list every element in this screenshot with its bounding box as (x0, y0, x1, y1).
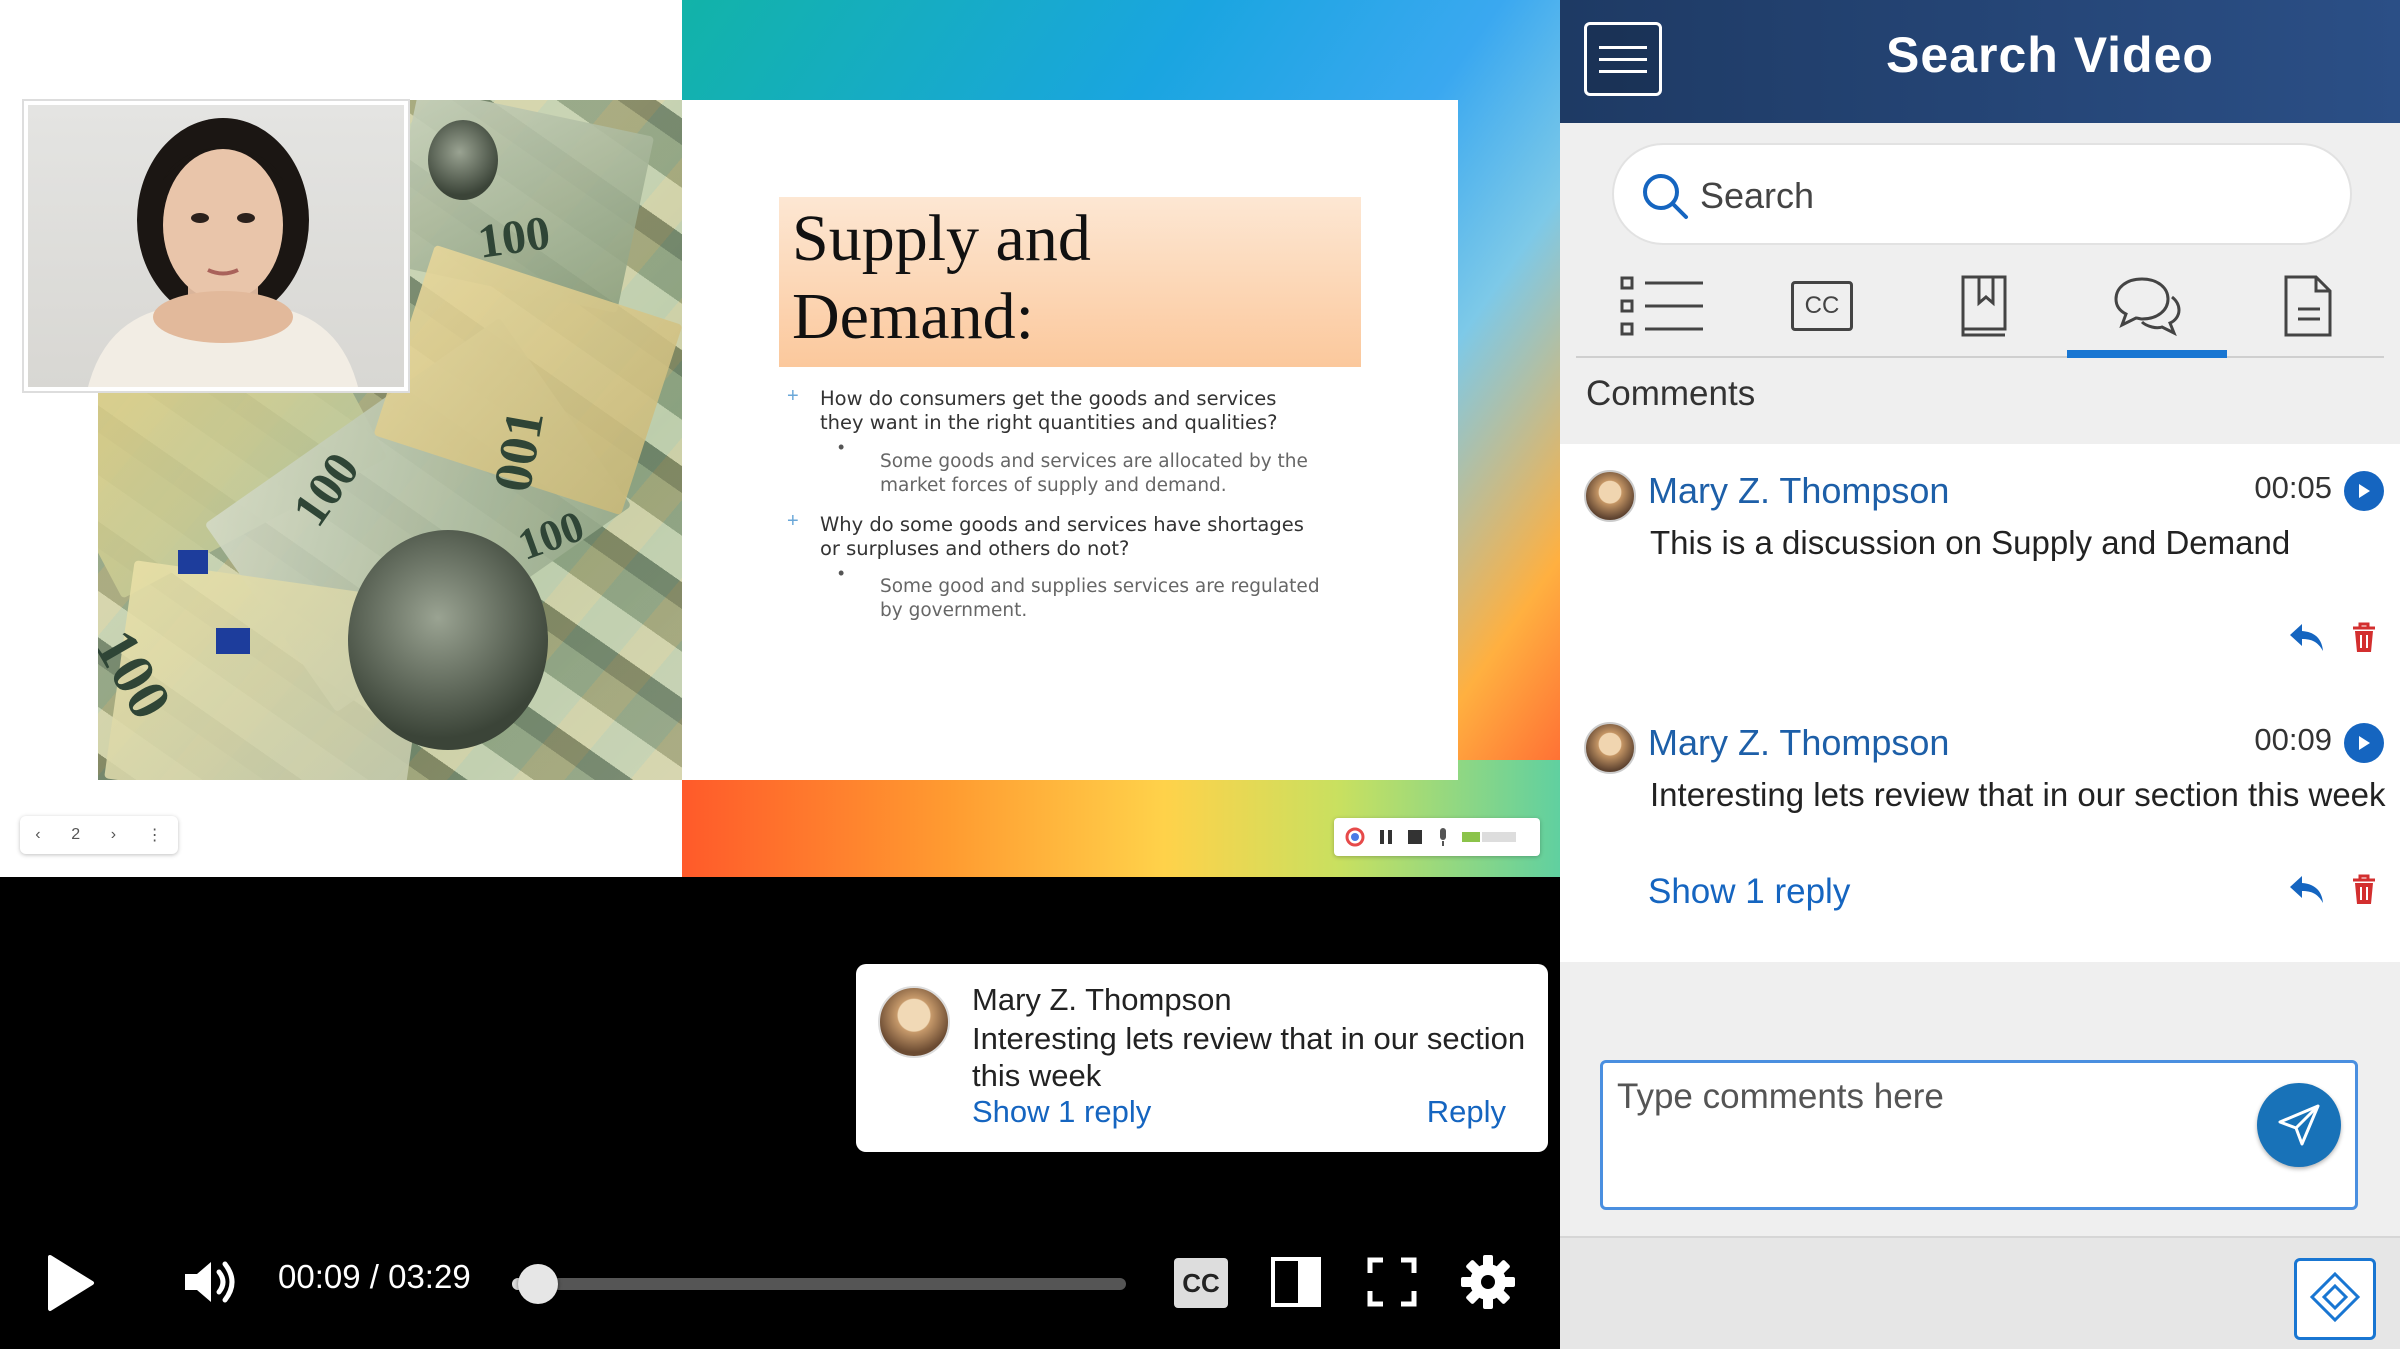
bullet-plus-icon: + (787, 385, 799, 407)
avatar (1584, 722, 1636, 774)
comment-composer (1600, 1060, 2358, 1210)
presenter-webcam[interactable] (24, 101, 408, 391)
volume-button[interactable] (180, 1254, 242, 1310)
presenter-photo (28, 105, 404, 387)
settings-button[interactable] (1458, 1252, 1518, 1312)
slide-bullet: Why do some goods and services have shor… (820, 513, 1304, 560)
video-player: 100 001 100 100 100 Supply and Demand: +… (0, 0, 1560, 1349)
layout-toggle-button[interactable] (1268, 1254, 1324, 1310)
reply-button[interactable] (2286, 620, 2326, 659)
slide-bullet: How do consumers get the goods and servi… (820, 387, 1278, 434)
app-logo-button[interactable] (2294, 1258, 2376, 1340)
play-icon (48, 1255, 94, 1311)
captions-button[interactable]: CC (1174, 1258, 1228, 1308)
bullet-dot-icon: • (838, 437, 845, 457)
panel-header: Search Video (1560, 0, 2400, 123)
delete-button[interactable] (2350, 874, 2378, 911)
microphone-icon[interactable] (1436, 827, 1450, 847)
chevron-right-icon[interactable]: › (111, 826, 116, 844)
comment-item: Mary Z. Thompson 00:09 Interesting lets … (1560, 694, 2400, 962)
comment-author[interactable]: Mary Z. Thompson (1648, 722, 1949, 764)
chevron-left-icon[interactable]: ‹ (35, 826, 40, 844)
popup-author-name: Mary Z. Thompson (972, 982, 1232, 1017)
app-logo-icon (2309, 1271, 2361, 1323)
tab-document[interactable] (2228, 258, 2388, 354)
tab-comments[interactable] (2067, 258, 2227, 358)
comment-item: Mary Z. Thompson 00:05 This is a discuss… (1560, 444, 2400, 694)
slide-sub-bullet: Some goods and services are allocated by… (880, 451, 1308, 496)
progress-handle[interactable] (518, 1264, 559, 1304)
presentation-slide: Supply and Demand: + How do consumers ge… (682, 100, 1458, 780)
comment-text: Interesting lets review that in our sect… (1650, 776, 2386, 813)
panel-title: Search Video (1886, 27, 2214, 83)
reply-icon (2290, 876, 2323, 903)
recorder-toolbar (1334, 818, 1540, 856)
avatar (1584, 470, 1636, 522)
comment-timestamp: 00:05 (2254, 470, 2332, 505)
slide-sub-bullet: Some good and supplies services are regu… (880, 576, 1320, 621)
search-input[interactable] (1700, 169, 2320, 223)
panel-tabs: CC (1576, 258, 2384, 358)
pause-icon[interactable] (1378, 828, 1394, 846)
send-button[interactable] (2257, 1083, 2341, 1167)
more-vertical-icon[interactable]: ⋮ (147, 825, 163, 845)
comment-list: Mary Z. Thompson 00:05 This is a discuss… (1560, 444, 2400, 962)
cc-label: CC (1182, 1267, 1220, 1298)
panel-footer (1560, 1236, 2400, 1349)
section-heading: Comments (1586, 374, 1756, 413)
video-frame[interactable]: 100 001 100 100 100 Supply and Demand: +… (0, 0, 1560, 877)
trash-icon (2353, 874, 2375, 904)
stop-icon[interactable] (1406, 828, 1424, 846)
reply-link[interactable]: Reply (1427, 1094, 1506, 1130)
send-icon (2278, 1104, 2320, 1146)
comment-author[interactable]: Mary Z. Thompson (1648, 470, 1949, 512)
bullet-plus-icon: + (787, 510, 799, 532)
slide-title: Supply and Demand: (792, 202, 1091, 353)
audio-level-icon (1462, 832, 1516, 842)
fullscreen-button[interactable] (1364, 1254, 1420, 1310)
comment-timestamp: 00:09 (2254, 722, 2332, 757)
tab-captions[interactable]: CC (1742, 258, 1902, 354)
search-box[interactable] (1612, 143, 2352, 245)
avatar (878, 986, 950, 1058)
show-replies-link[interactable]: Show 1 reply (972, 1094, 1151, 1130)
comment-input[interactable] (1617, 1077, 2217, 1187)
show-replies-link[interactable]: Show 1 reply (1648, 872, 1850, 912)
delete-button[interactable] (2350, 622, 2378, 659)
play-icon (2359, 484, 2370, 498)
time-display: 00:09 / 03:29 (278, 1258, 471, 1295)
volume-icon (185, 1261, 235, 1303)
tab-bookmarks[interactable] (1904, 258, 2064, 354)
side-panel: Search Video CC (1560, 0, 2400, 1349)
play-icon (2359, 736, 2370, 750)
bullet-dot-icon: • (838, 563, 845, 583)
search-icon (1643, 174, 1688, 219)
play-button[interactable] (40, 1250, 100, 1316)
reply-icon (2290, 624, 2323, 651)
trash-icon (2353, 622, 2375, 652)
jump-to-time-button[interactable] (2344, 723, 2384, 763)
cc-icon-label: CC (1804, 292, 1840, 319)
tab-outline[interactable] (1582, 258, 1742, 354)
jump-to-time-button[interactable] (2344, 471, 2384, 511)
gear-icon (1461, 1255, 1515, 1309)
fullscreen-icon (1367, 1257, 1417, 1307)
comments-icon (2114, 277, 2181, 337)
slide-navigator: ‹ 2 › ⋮ (20, 816, 178, 854)
comment-text: This is a discussion on Supply and Deman… (1650, 524, 2291, 561)
progress-bar[interactable] (512, 1264, 1126, 1304)
reply-button[interactable] (2286, 872, 2326, 911)
bookmark-icon (1961, 275, 2007, 337)
slide-page-number: 2 (71, 826, 81, 843)
split-view-icon (1271, 1257, 1321, 1307)
cc-icon: CC (1791, 281, 1853, 331)
list-icon (1620, 276, 1703, 336)
document-icon (2284, 275, 2332, 337)
comment-popup: Mary Z. Thompson Interesting lets review… (856, 964, 1548, 1152)
recorder-logo-icon (1345, 827, 1365, 847)
popup-comment-text: Interesting lets review that in our sect… (972, 1021, 1526, 1093)
